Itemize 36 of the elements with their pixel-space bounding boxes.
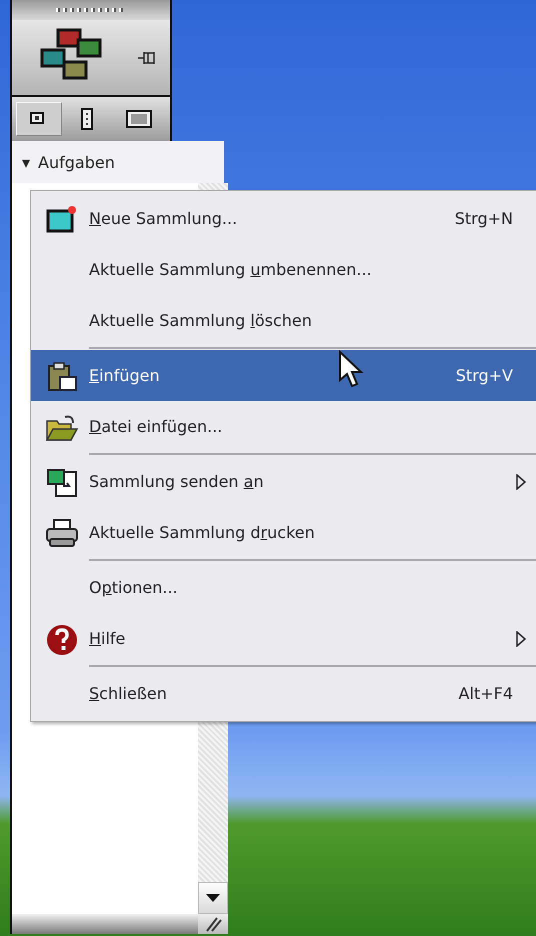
menu-item[interactable]: Datei einfügen...: [31, 401, 536, 452]
menu-item[interactable]: Optionen...: [31, 562, 536, 613]
menu-item-label: Neue Sammlung...: [89, 209, 238, 228]
view-button[interactable]: [16, 102, 62, 136]
menu-item[interactable]: Einfügen Strg+V: [31, 350, 536, 401]
scroll-down-button[interactable]: [198, 882, 228, 914]
menu-item[interactable]: Schließen Alt+F4: [31, 668, 536, 719]
menu-item-label: Aktuelle Sammlung drucken: [89, 523, 316, 542]
shortcut-label: Strg+N: [454, 209, 513, 228]
large-view-icon: [126, 108, 152, 130]
menu-item-label: Aktuelle Sammlung umbenennen...: [89, 260, 373, 279]
clipboard-icon: [45, 360, 79, 392]
menu-item[interactable]: Sammlung senden an: [31, 456, 536, 507]
help-icon: [45, 622, 79, 654]
menu-item[interactable]: Aktuelle Sammlung drucken: [31, 507, 536, 558]
menu-item-label: Einfügen: [89, 366, 161, 385]
title-grip[interactable]: [12, 0, 170, 20]
menu-item[interactable]: Neue Sammlung... Strg+N: [31, 193, 536, 244]
down-arrow-icon: [206, 894, 220, 902]
menu-item-label: Optionen...: [89, 578, 179, 597]
menu-item[interactable]: Hilfe: [31, 613, 536, 664]
tasks-label: Aufgaben: [38, 152, 115, 172]
pin-icon[interactable]: [138, 50, 158, 66]
shortcut-label: Alt+F4: [458, 684, 513, 703]
menu-item[interactable]: Aktuelle Sammlung löschen: [31, 295, 536, 346]
shortcut-label: Strg+V: [456, 366, 513, 385]
menu-item-label: Schließen: [89, 684, 168, 703]
menu-item[interactable]: Aktuelle Sammlung umbenennen...: [31, 244, 536, 295]
printer-icon: [45, 516, 79, 548]
tasks-header[interactable]: ▾ Aufgaben: [10, 141, 224, 183]
menu-item-label: Aktuelle Sammlung löschen: [89, 311, 313, 330]
menu-item-label: Datei einfügen...: [89, 417, 224, 436]
expand-arrow: ▾: [22, 152, 30, 172]
menu-item-label: Sammlung senden an: [89, 472, 265, 491]
mouse-pointer-icon: [338, 350, 364, 390]
menu-item-label: Hilfe: [89, 629, 126, 648]
